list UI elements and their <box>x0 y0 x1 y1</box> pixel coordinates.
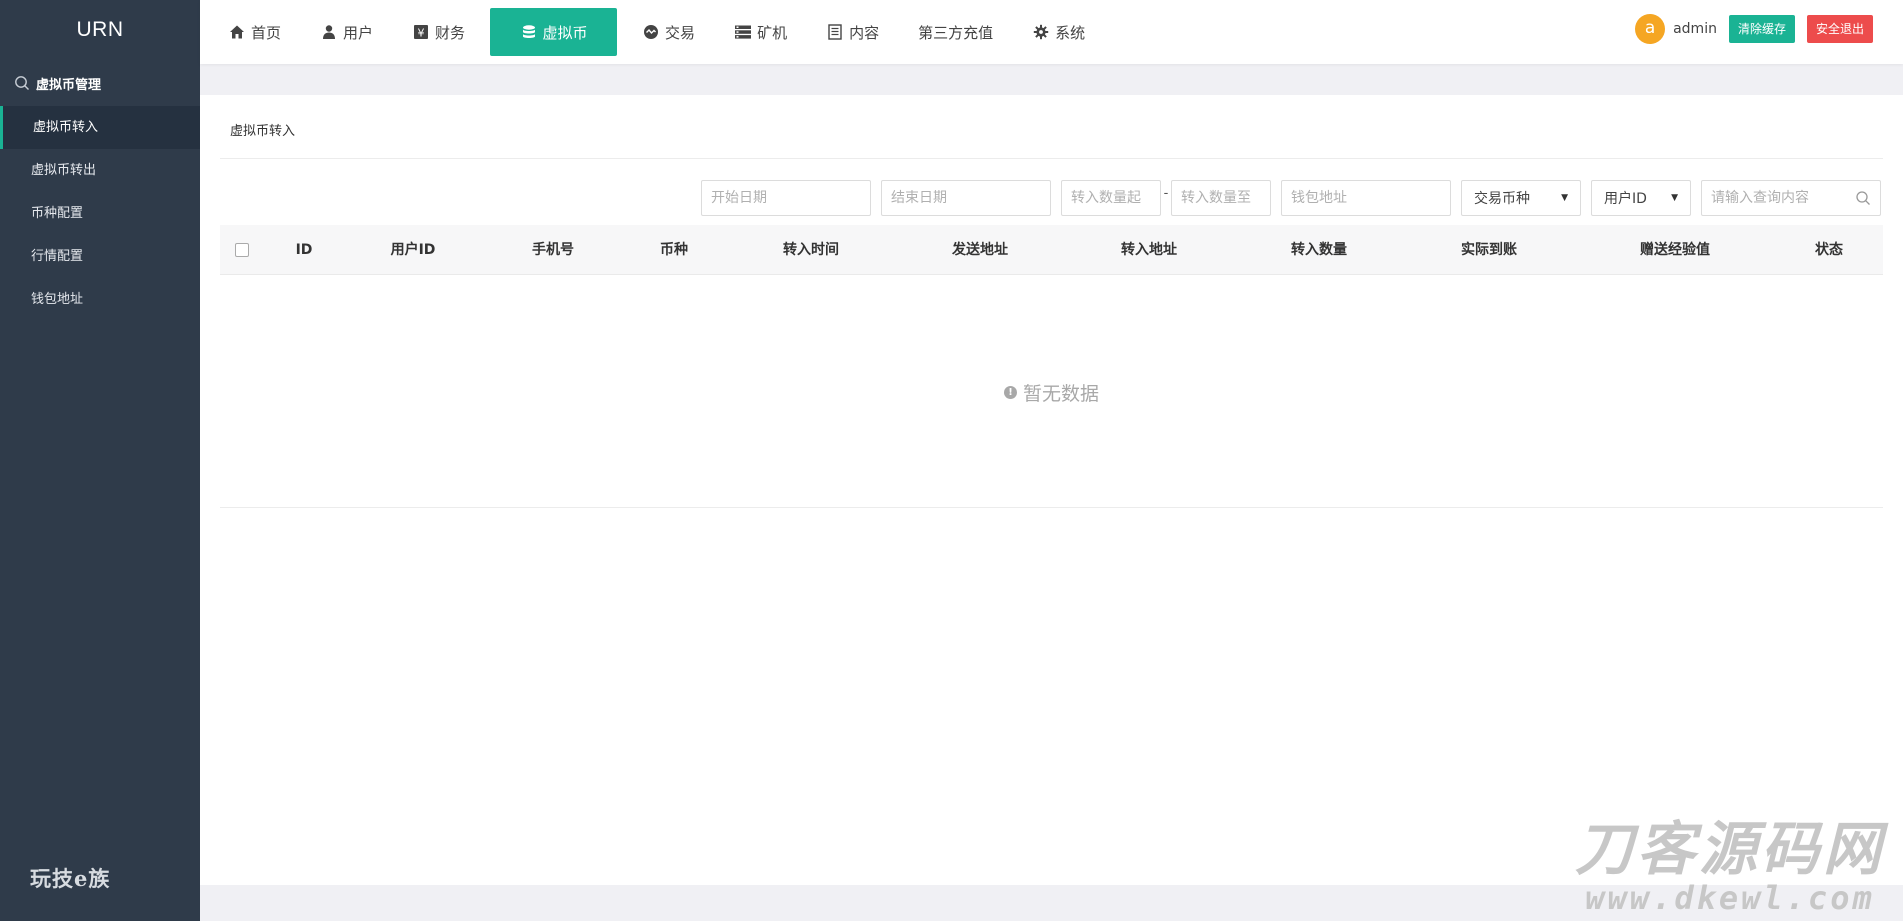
sidebar-group-virtual-currency[interactable]: 虚拟币管理 <box>0 60 200 106</box>
svg-text:¥: ¥ <box>418 27 425 40</box>
nav-third-party-recharge[interactable]: 第三方充值 <box>904 8 1007 56</box>
nav-system[interactable]: 系统 <box>1018 8 1099 56</box>
filter-bar: - 交易币种 ▼ 用户ID ▼ <box>701 180 1881 216</box>
wallet-address-input[interactable] <box>1281 180 1451 216</box>
select-all-checkbox[interactable] <box>235 243 249 257</box>
amount-to-input[interactable] <box>1171 180 1271 216</box>
nav-virtual-currency-label: 虚拟币 <box>542 23 588 42</box>
yen-icon: ¥ <box>412 23 430 41</box>
nav-system-label: 系统 <box>1055 23 1086 42</box>
nav-finance-label: 财务 <box>435 23 466 42</box>
col-transfer-time[interactable]: 转入时间 <box>783 225 839 275</box>
col-transfer-amount[interactable]: 转入数量 <box>1291 225 1347 275</box>
divider <box>220 158 1883 159</box>
sidebar: URN 虚拟币管理 虚拟币转入 虚拟币转出 币种配置 行情配置 钱包地址 玩技e… <box>0 0 200 921</box>
range-separator: - <box>1163 185 1169 201</box>
nav-home-label: 首页 <box>251 23 282 42</box>
user-area: a admin 清除缓存 安全退出 <box>1635 14 1873 44</box>
main-nav: 首页 用户 ¥ 财务 虚拟币 交易 矿机 内容 第三方充值 系统 <box>214 0 1110 64</box>
sidebar-item-transfer-in[interactable]: 虚拟币转入 <box>0 106 200 149</box>
currency-select-value: 交易币种 <box>1474 191 1530 207</box>
empty-text: 暂无数据 <box>1022 383 1099 405</box>
col-bonus-exp[interactable]: 赠送经验值 <box>1640 225 1710 275</box>
nav-miner-label: 矿机 <box>757 23 788 42</box>
nav-users[interactable]: 用户 <box>306 8 387 56</box>
col-phone[interactable]: 手机号 <box>532 225 574 275</box>
logout-button[interactable]: 安全退出 <box>1806 15 1873 43</box>
col-user-id[interactable]: 用户ID <box>391 225 436 275</box>
exchange-icon <box>642 23 660 41</box>
avatar[interactable]: a <box>1635 14 1666 44</box>
field-select[interactable]: 用户ID ▼ <box>1591 180 1691 216</box>
search-icon[interactable] <box>1855 190 1871 206</box>
info-icon: ! <box>1003 386 1017 399</box>
caret-down-icon: ▼ <box>1671 193 1678 203</box>
gear-icon <box>1032 23 1050 41</box>
nav-trade-label: 交易 <box>665 23 696 42</box>
top-navbar: 首页 用户 ¥ 财务 虚拟币 交易 矿机 内容 第三方充值 系统 a admin… <box>200 0 1903 64</box>
col-receive-address[interactable]: 转入地址 <box>1121 225 1177 275</box>
watermark-title: 刀客源码网 <box>1574 815 1885 883</box>
table-header: ID 用户ID 手机号 币种 转入时间 发送地址 转入地址 转入数量 实际到账 … <box>220 225 1883 275</box>
col-currency[interactable]: 币种 <box>660 225 688 275</box>
content-panel: 虚拟币转入 - 交易币种 ▼ 用户ID ▼ ID 用户ID 手机号 币种 转入时… <box>200 95 1903 885</box>
field-select-value: 用户ID <box>1604 191 1647 207</box>
server-icon <box>734 23 752 41</box>
app-logo: URN <box>76 18 124 41</box>
nav-trade[interactable]: 交易 <box>628 8 709 56</box>
watermark: 刀客源码网 www.dkewl.com <box>1575 817 1885 915</box>
sidebar-footer-logo: 玩技e族 <box>30 866 111 891</box>
col-send-address[interactable]: 发送地址 <box>952 225 1008 275</box>
watermark-url: www.dkewl.com <box>1585 879 1875 917</box>
start-date-input[interactable] <box>701 180 871 216</box>
col-status[interactable]: 状态 <box>1815 225 1843 275</box>
breadcrumb: 虚拟币转入 <box>230 124 296 139</box>
nav-content-label: 内容 <box>849 23 880 42</box>
currency-select[interactable]: 交易币种 ▼ <box>1461 180 1581 216</box>
nav-users-label: 用户 <box>343 23 374 42</box>
clear-cache-button[interactable]: 清除缓存 <box>1728 15 1795 43</box>
sidebar-item-currency-config[interactable]: 币种配置 <box>0 192 200 235</box>
sidebar-item-wallet-address[interactable]: 钱包地址 <box>0 278 200 321</box>
document-icon <box>826 23 844 41</box>
nav-content[interactable]: 内容 <box>812 8 893 56</box>
username[interactable]: admin <box>1673 21 1717 37</box>
end-date-input[interactable] <box>881 180 1051 216</box>
home-icon <box>228 23 246 41</box>
col-actual-received[interactable]: 实际到账 <box>1461 225 1517 275</box>
empty-state: ! 暂无数据 <box>200 379 1903 406</box>
sidebar-item-transfer-out[interactable]: 虚拟币转出 <box>0 149 200 192</box>
sidebar-item-market-config[interactable]: 行情配置 <box>0 235 200 278</box>
database-icon <box>520 23 538 41</box>
search-icon <box>15 76 29 90</box>
col-id[interactable]: ID <box>296 225 313 275</box>
divider <box>220 507 1883 508</box>
query-search <box>1701 180 1881 216</box>
nav-home[interactable]: 首页 <box>214 8 295 56</box>
amount-from-input[interactable] <box>1061 180 1161 216</box>
nav-third-party-recharge-label: 第三方充值 <box>918 23 994 42</box>
nav-virtual-currency[interactable]: 虚拟币 <box>490 8 618 56</box>
caret-down-icon: ▼ <box>1561 193 1568 203</box>
sidebar-group-label: 虚拟币管理 <box>36 77 102 93</box>
query-input[interactable] <box>1701 180 1881 216</box>
nav-miner[interactable]: 矿机 <box>720 8 801 56</box>
nav-finance[interactable]: ¥ 财务 <box>398 8 479 56</box>
user-icon <box>320 23 338 41</box>
